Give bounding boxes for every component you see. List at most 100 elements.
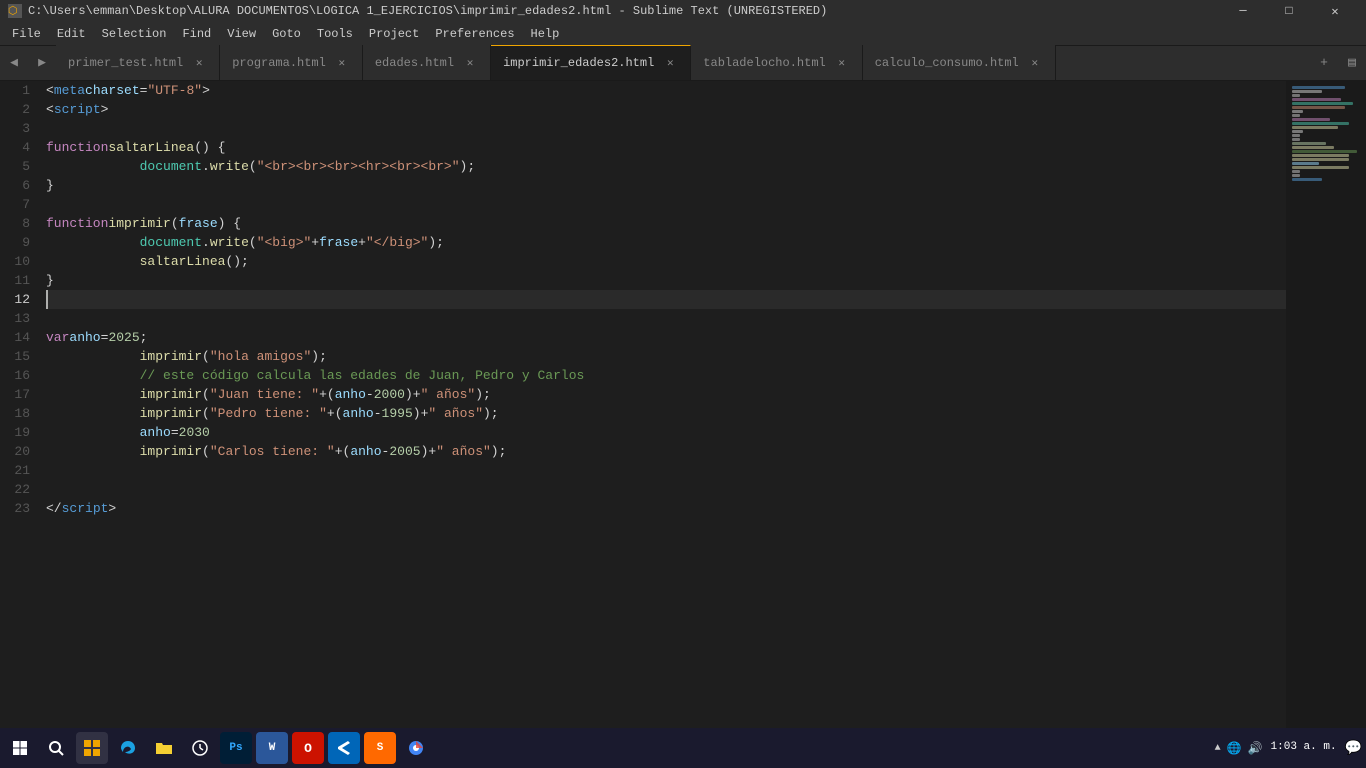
clock-display[interactable]: 1:03 a. m. <box>1271 740 1337 755</box>
taskbar-app-ps[interactable]: Ps <box>220 732 252 764</box>
taskbar-app-word[interactable]: W <box>256 732 288 764</box>
app-icon: ⬡ <box>8 4 22 18</box>
code-line-10: saltarLinea(); <box>46 252 1286 271</box>
line-num-15: 15 <box>0 347 42 366</box>
close-button[interactable]: ✕ <box>1312 0 1358 22</box>
menu-preferences[interactable]: Preferences <box>427 22 522 45</box>
tab-close-imprimir-edades2[interactable]: ✕ <box>662 55 678 71</box>
code-line-4: function saltarLinea() { <box>46 138 1286 157</box>
minimap <box>1286 81 1366 742</box>
taskbar-app-opera[interactable]: O <box>292 732 324 764</box>
code-line-18: imprimir("Pedro tiene: " + (anho-1995) +… <box>46 404 1286 423</box>
tab-imprimir-edades2[interactable]: imprimir_edades2.html ✕ <box>491 45 691 80</box>
line-num-4: 4 <box>0 138 42 157</box>
tab-tabladelocho[interactable]: tabladelocho.html ✕ <box>691 45 862 80</box>
tab-nav-prev[interactable]: ◀ <box>0 45 28 80</box>
tab-nav-next[interactable]: ▶ <box>28 45 56 80</box>
line-num-18: 18 <box>0 404 42 423</box>
code-line-16: // este código calcula las edades de Jua… <box>46 366 1286 385</box>
menu-help[interactable]: Help <box>523 22 568 45</box>
line-num-13: 13 <box>0 309 42 328</box>
code-line-17: imprimir("Juan tiene: " + (anho-2000) + … <box>46 385 1286 404</box>
code-line-19: anho = 2030 <box>46 423 1286 442</box>
tab-close-calculo[interactable]: ✕ <box>1027 55 1043 71</box>
tab-close-edades[interactable]: ✕ <box>462 55 478 71</box>
tab-close-tabladelocho[interactable]: ✕ <box>834 55 850 71</box>
line-num-10: 10 <box>0 252 42 271</box>
tab-label: edades.html <box>375 56 454 70</box>
tab-label: programa.html <box>232 56 326 70</box>
line-num-16: 16 <box>0 366 42 385</box>
line-num-23: 23 <box>0 499 42 518</box>
code-line-2: <script> <box>46 100 1286 119</box>
taskbar: Ps W O S ▲ 🌐 🔊 1 <box>0 728 1366 768</box>
code-line-6: } <box>46 176 1286 195</box>
title-bar-controls: ─ □ ✕ <box>1220 0 1358 22</box>
notifications-button[interactable]: 💬 <box>1345 740 1362 757</box>
line-num-5: 5 <box>0 157 42 176</box>
taskbar-app-sublime[interactable]: S <box>364 732 396 764</box>
code-line-7 <box>46 195 1286 214</box>
line-num-7: 7 <box>0 195 42 214</box>
code-line-14: var anho = 2025; <box>46 328 1286 347</box>
menu-find[interactable]: Find <box>174 22 219 45</box>
tab-label: tabladelocho.html <box>703 56 825 70</box>
taskbar-app-vscode[interactable] <box>328 732 360 764</box>
menu-edit[interactable]: Edit <box>49 22 94 45</box>
line-num-9: 9 <box>0 233 42 252</box>
tab-primer-test[interactable]: primer_test.html ✕ <box>56 45 220 80</box>
code-line-20: imprimir("Carlos tiene: " + (anho-2005) … <box>46 442 1286 461</box>
code-area[interactable]: <meta charset="UTF-8"> <script> function… <box>42 81 1286 742</box>
line-num-19: 19 <box>0 423 42 442</box>
menu-file[interactable]: File <box>4 22 49 45</box>
tray-network: 🌐 <box>1227 741 1242 756</box>
code-line-22 <box>46 480 1286 499</box>
tab-programa[interactable]: programa.html ✕ <box>220 45 363 80</box>
line-num-17: 17 <box>0 385 42 404</box>
tab-label: primer_test.html <box>68 56 183 70</box>
tab-close-primer-test[interactable]: ✕ <box>191 55 207 71</box>
line-num-1: 1 <box>0 81 42 100</box>
code-line-8: function imprimir(frase) { <box>46 214 1286 233</box>
maximize-button[interactable]: □ <box>1266 0 1312 22</box>
code-line-12 <box>46 290 1286 309</box>
menu-project[interactable]: Project <box>361 22 427 45</box>
line-num-22: 22 <box>0 480 42 499</box>
tab-calculo[interactable]: calculo_consumo.html ✕ <box>863 45 1056 80</box>
menu-view[interactable]: View <box>219 22 264 45</box>
menu-tools[interactable]: Tools <box>309 22 361 45</box>
taskbar-app-chrome[interactable] <box>400 732 432 764</box>
menu-selection[interactable]: Selection <box>94 22 175 45</box>
tab-bar: ◀ ▶ primer_test.html ✕ programa.html ✕ e… <box>0 46 1366 81</box>
clock-time: 1:03 a. m. <box>1271 740 1337 755</box>
taskbar-left: Ps W O S <box>4 732 432 764</box>
code-line-21 <box>46 461 1286 480</box>
code-line-3 <box>46 119 1286 138</box>
title-bar-left: ⬡ C:\Users\emman\Desktop\ALURA DOCUMENTO… <box>8 4 827 18</box>
cursor <box>46 290 56 309</box>
code-line-1: <meta charset="UTF-8"> <box>46 81 1286 100</box>
tray-expand[interactable]: ▲ <box>1215 743 1221 754</box>
line-numbers: 1 2 3 4 5 6 7 8 9 10 11 12 13 14 15 16 1… <box>0 81 42 742</box>
code-line-5: document.write("<br><br><br><hr><br><br>… <box>46 157 1286 176</box>
code-line-11: } <box>46 271 1286 290</box>
line-num-6: 6 <box>0 176 42 195</box>
taskbar-app-folder[interactable] <box>148 732 180 764</box>
taskbar-app-edge[interactable] <box>112 732 144 764</box>
tab-close-programa[interactable]: ✕ <box>334 55 350 71</box>
search-button[interactable] <box>40 732 72 764</box>
line-num-14: 14 <box>0 328 42 347</box>
line-num-3: 3 <box>0 119 42 138</box>
taskbar-app-explorer[interactable] <box>76 732 108 764</box>
minimize-button[interactable]: ─ <box>1220 0 1266 22</box>
line-num-20: 20 <box>0 442 42 461</box>
taskbar-app-clock[interactable] <box>184 732 216 764</box>
tab-edades[interactable]: edades.html ✕ <box>363 45 491 80</box>
minimap-toggle[interactable]: ▤ <box>1338 45 1366 80</box>
code-line-15: imprimir("hola amigos"); <box>46 347 1286 366</box>
start-button[interactable] <box>4 732 36 764</box>
line-num-21: 21 <box>0 461 42 480</box>
code-line-9: document.write("<big>"+frase+"</big>"); <box>46 233 1286 252</box>
menu-goto[interactable]: Goto <box>264 22 309 45</box>
new-tab-button[interactable]: + <box>1310 45 1338 80</box>
